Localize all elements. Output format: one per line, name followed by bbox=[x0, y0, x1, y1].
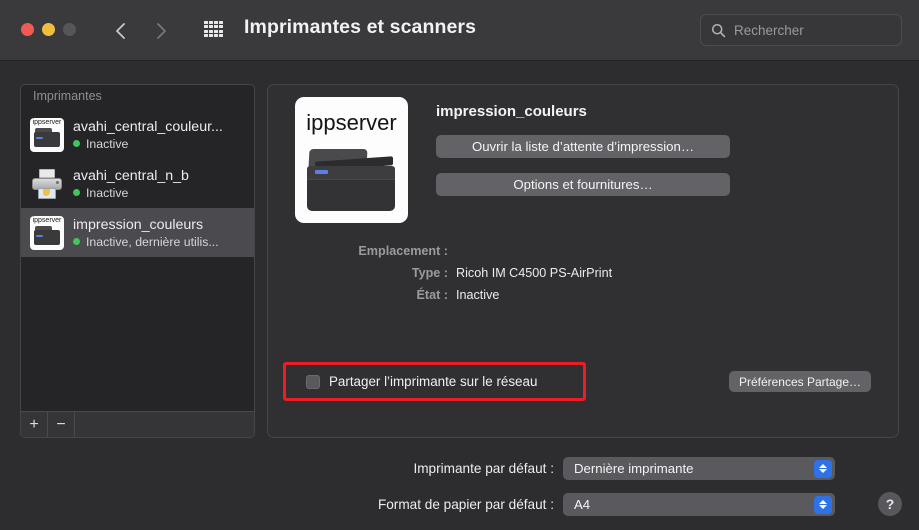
show-all-grid-icon[interactable] bbox=[204, 21, 223, 37]
printer-detail-title: impression_couleurs bbox=[436, 103, 587, 120]
default-printer-row: Imprimante par défaut : Dernière imprima… bbox=[0, 457, 835, 480]
printer-status: Inactive, dernière utilis... bbox=[73, 235, 219, 249]
share-printer-label[interactable]: Partager l’imprimante sur le réseau bbox=[329, 374, 537, 389]
sharing-preferences-button[interactable]: Préférences Partage… bbox=[728, 371, 871, 392]
traffic-lights bbox=[21, 23, 76, 36]
options-and-supplies-button[interactable]: Options et fournitures… bbox=[436, 173, 730, 196]
sidebar-footer: + − bbox=[21, 411, 254, 437]
printer-list-item-1[interactable]: avahi_central_n_b Inactive bbox=[21, 159, 254, 208]
printer-detail-panel: ippserver impression_couleurs Ouvrir la … bbox=[267, 84, 899, 438]
chevron-updown-icon[interactable] bbox=[814, 459, 832, 478]
default-paper-label: Format de papier par défaut : bbox=[377, 497, 554, 512]
printer-icon-label: ippserver bbox=[306, 110, 397, 135]
status-dot-icon bbox=[73, 140, 80, 147]
ipp-printer-icon: ippserver bbox=[30, 117, 64, 152]
classic-printer-icon bbox=[30, 167, 64, 201]
printer-details-list: Emplacement : Type : Ricoh IM C4500 PS-A… bbox=[268, 240, 898, 306]
printer-list-item-2[interactable]: ippserver impression_couleurs Inactive, … bbox=[21, 208, 254, 257]
printer-status-text: Inactive bbox=[86, 185, 129, 200]
printer-name: impression_couleurs bbox=[73, 216, 204, 233]
chevron-updown-icon[interactable] bbox=[814, 495, 832, 514]
search-icon bbox=[711, 23, 726, 38]
printer-list: ippserver avahi_central_couleur... Inact… bbox=[21, 110, 254, 257]
page-title: Imprimantes et scanners bbox=[244, 16, 477, 38]
remove-printer-button[interactable]: − bbox=[48, 412, 75, 437]
detail-label: Type : bbox=[411, 266, 448, 280]
default-printer-label: Imprimante par défaut : bbox=[413, 461, 554, 476]
search-input[interactable] bbox=[734, 22, 884, 38]
back-chevron-icon[interactable] bbox=[110, 14, 132, 48]
share-printer-highlight: Partager l’imprimante sur le réseau bbox=[283, 362, 586, 401]
search-field[interactable] bbox=[700, 14, 902, 46]
add-printer-button[interactable]: + bbox=[21, 412, 48, 437]
detail-row-type: Type : Ricoh IM C4500 PS-AirPrint bbox=[268, 262, 898, 284]
default-paper-value: A4 bbox=[574, 497, 591, 512]
default-paper-select[interactable]: A4 bbox=[563, 493, 835, 516]
default-printer-value: Dernière imprimante bbox=[574, 461, 694, 476]
title-bar: Imprimantes et scanners bbox=[0, 0, 919, 61]
default-printer-select[interactable]: Dernière imprimante bbox=[563, 457, 835, 480]
printer-status-text: Inactive, dernière utilis... bbox=[86, 234, 219, 249]
detail-value: Inactive bbox=[456, 288, 500, 302]
default-paper-row: Format de papier par défaut : A4 bbox=[0, 493, 835, 516]
detail-row-location: Emplacement : bbox=[268, 240, 898, 262]
share-printer-checkbox[interactable] bbox=[306, 374, 320, 389]
ipp-printer-icon: ippserver bbox=[30, 215, 64, 250]
status-dot-icon bbox=[73, 238, 80, 245]
status-dot-icon bbox=[73, 189, 80, 196]
printer-name: avahi_central_n_b bbox=[73, 167, 189, 184]
printer-list-item-0[interactable]: ippserver avahi_central_couleur... Inact… bbox=[21, 110, 254, 159]
forward-chevron-icon[interactable] bbox=[150, 14, 172, 48]
printer-large-icon: ippserver bbox=[295, 97, 408, 223]
printer-status: Inactive bbox=[73, 137, 223, 151]
system-preferences-window: Imprimantes et scanners Imprimantes ipps… bbox=[0, 0, 919, 530]
navigation-buttons bbox=[110, 14, 172, 48]
detail-row-state: État : Inactive bbox=[268, 284, 898, 306]
help-button[interactable]: ? bbox=[878, 492, 902, 516]
open-print-queue-button[interactable]: Ouvrir la liste d’attente d’impression… bbox=[436, 135, 730, 158]
detail-label: État : bbox=[416, 288, 448, 302]
minimize-button[interactable] bbox=[42, 23, 55, 36]
detail-value: Ricoh IM C4500 PS-AirPrint bbox=[456, 266, 613, 280]
printer-status: Inactive bbox=[73, 186, 189, 200]
printers-sidebar: Imprimantes ippserver avahi_central_coul… bbox=[20, 84, 255, 438]
close-button[interactable] bbox=[21, 23, 34, 36]
printer-name: avahi_central_couleur... bbox=[73, 118, 223, 135]
printer-status-text: Inactive bbox=[86, 136, 129, 151]
ipp-icon-label: ippserver bbox=[32, 216, 62, 224]
zoom-button[interactable] bbox=[63, 23, 76, 36]
detail-label: Emplacement : bbox=[358, 244, 448, 258]
ipp-icon-label: ippserver bbox=[32, 118, 62, 126]
sidebar-header: Imprimantes bbox=[33, 89, 102, 103]
